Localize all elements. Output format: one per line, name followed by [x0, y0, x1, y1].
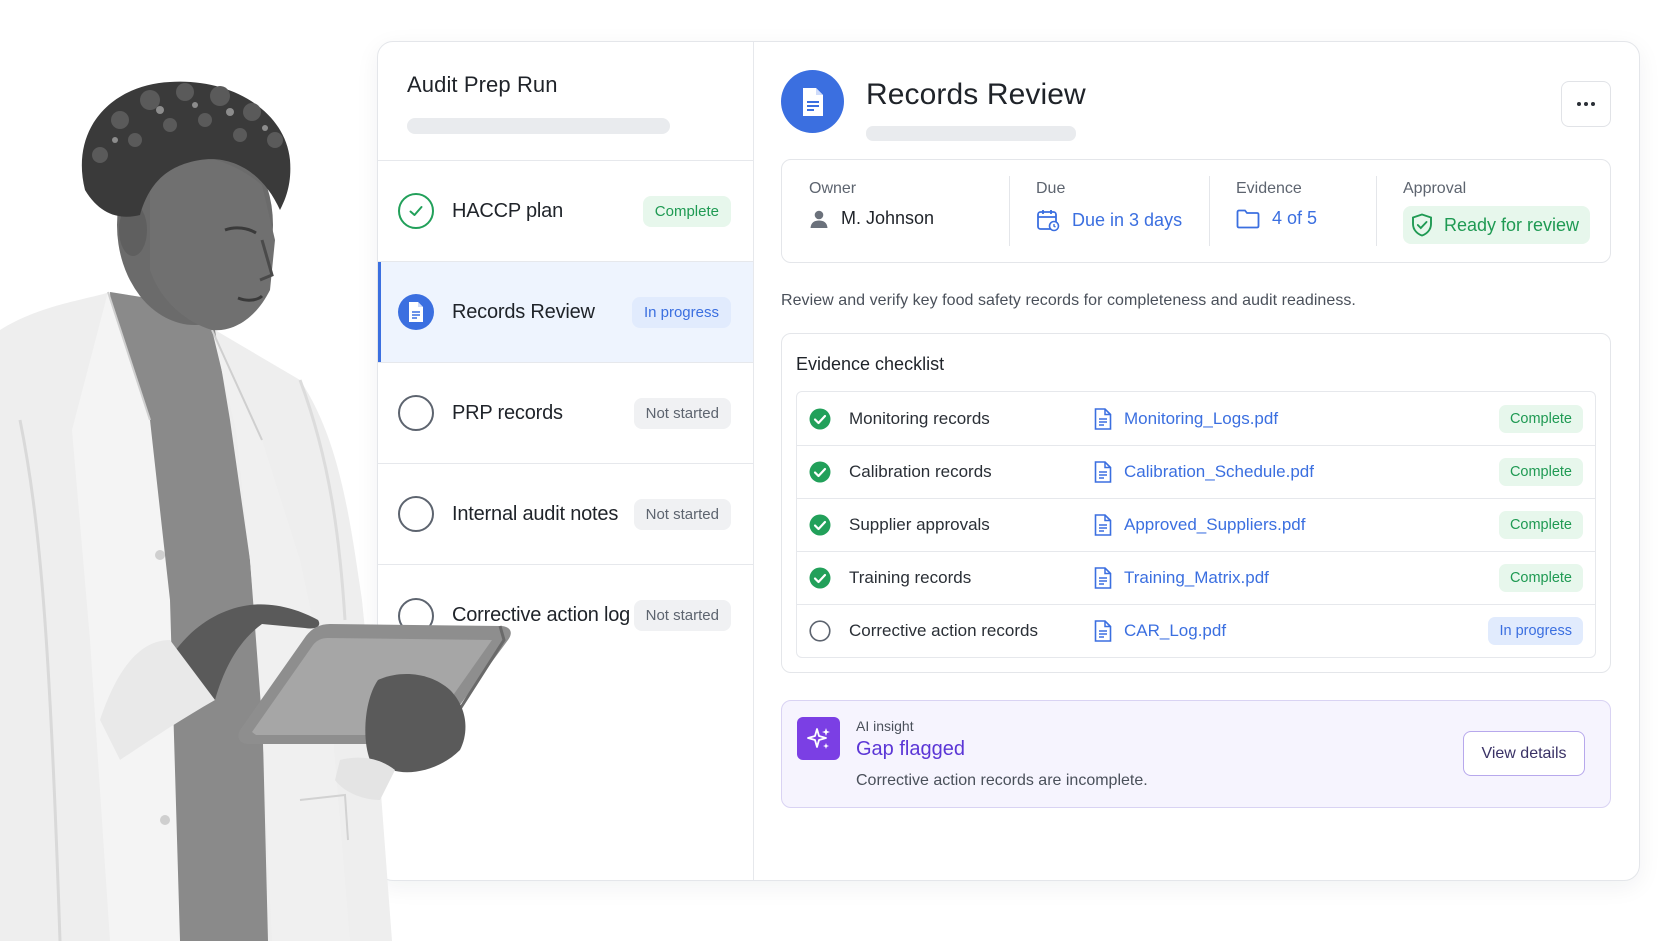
run-title: Audit Prep Run [407, 72, 558, 97]
ai-insight-card: AI insight Gap flagged Corrective action… [781, 700, 1611, 808]
run-subtitle-skeleton [407, 118, 670, 134]
file-link[interactable]: CAR_Log.pdf [1094, 620, 1488, 642]
status-badge: In progress [631, 296, 731, 328]
user-icon [810, 210, 828, 228]
evidence-value: 4 of 5 [1272, 208, 1318, 228]
file-icon [1094, 620, 1112, 642]
more-options-button[interactable] [1561, 81, 1611, 127]
approval-label: Approval [1403, 180, 1467, 197]
due-link[interactable]: Due in 3 days [1036, 208, 1209, 232]
record-name: Supplier approvals [849, 515, 990, 534]
file-link[interactable]: Calibration_Schedule.pdf [1094, 461, 1499, 483]
calendar-icon [1037, 210, 1060, 232]
sparkle-icon [797, 717, 840, 760]
empty-circle-icon [398, 597, 434, 634]
file-link[interactable]: Approved_Suppliers.pdf [1094, 514, 1499, 536]
step-item-haccp-plan[interactable]: HACCP plan Complete [378, 161, 753, 262]
checklist-row: Training records Training_Matrix.pdf Com… [797, 551, 1595, 604]
status-badge: Complete [1498, 404, 1583, 433]
status-badge: Complete [1498, 511, 1583, 539]
status-badge: Not started [633, 600, 731, 631]
meta-summary: Owner M. Johnson Due Due in 3 days Evide… [781, 159, 1611, 263]
empty-circle-icon [398, 496, 434, 532]
check-filled-icon [808, 407, 832, 431]
file-icon [1094, 461, 1112, 483]
approval-value: Ready for review [1444, 214, 1580, 235]
step-label: Internal audit notes [452, 502, 619, 525]
file-icon [1094, 514, 1112, 536]
document-icon [781, 70, 844, 133]
checklist-row: Supplier approvals Approved_Suppliers.pd… [797, 498, 1595, 551]
run-header: Audit Prep Run [378, 42, 753, 161]
insight-label: AI insight [856, 718, 914, 734]
owner-value: M. Johnson [841, 208, 935, 228]
record-name: Monitoring records [849, 408, 990, 428]
status-badge: Not started [633, 397, 731, 429]
approval-field: Approval Ready for review [1376, 176, 1591, 262]
due-field: Due Due in 3 days [1009, 176, 1209, 262]
step-item-prp-records[interactable]: PRP records Not started [378, 363, 753, 464]
detail-header: Records Review [781, 42, 1611, 159]
step-label: HACCP plan [452, 199, 564, 222]
view-details-button[interactable]: View details [1463, 731, 1585, 776]
page-title: Records Review [866, 78, 1086, 111]
insight-description: Corrective action records are incomplete… [856, 772, 1148, 789]
step-label: Records Review [452, 300, 595, 323]
checklist-title: Evidence checklist [796, 354, 945, 374]
checklist-row: Corrective action records CAR_Log.pdf In… [797, 604, 1595, 657]
step-detail-panel: Records Review Owner M. Johnson Due Due … [754, 42, 1639, 880]
status-badge: Complete [642, 195, 731, 227]
file-link[interactable]: Monitoring_Logs.pdf [1094, 407, 1499, 430]
evidence-link[interactable]: 4 of 5 [1236, 208, 1376, 229]
file-name: Monitoring_Logs.pdf [1124, 408, 1279, 428]
folder-icon [1236, 209, 1260, 228]
run-steps-panel: Audit Prep Run HACCP plan Complete Recor… [378, 42, 754, 880]
owner-label: Owner [809, 180, 857, 197]
file-icon [1094, 567, 1112, 589]
file-name: Calibration_Schedule.pdf [1124, 462, 1314, 481]
record-name: Calibration records [849, 462, 992, 481]
evidence-field: Evidence 4 of 5 [1209, 176, 1376, 262]
due-value: Due in 3 days [1072, 209, 1183, 230]
step-item-corrective-action-log[interactable]: Corrective action log Not started [378, 565, 753, 666]
step-list: HACCP plan Complete Records Review In pr… [378, 161, 753, 666]
status-badge: Complete [1498, 564, 1583, 592]
record-name: Training records [849, 568, 972, 587]
approval-status-badge: Ready for review [1403, 206, 1591, 244]
status-badge: Not started [633, 498, 731, 530]
step-label: PRP records [452, 401, 563, 424]
evidence-checklist: Evidence checklist Monitoring records Mo… [781, 333, 1611, 673]
step-description: Review and verify key food safety record… [781, 292, 1356, 309]
empty-circle-icon [398, 395, 434, 431]
checklist-row: Calibration records Calibration_Schedule… [797, 445, 1595, 498]
check-circle-icon [398, 193, 434, 229]
file-name: CAR_Log.pdf [1124, 621, 1227, 640]
status-badge: In progress [1488, 617, 1583, 645]
check-filled-icon [808, 513, 832, 537]
file-name: Approved_Suppliers.pdf [1124, 515, 1306, 534]
file-name: Training_Matrix.pdf [1124, 568, 1269, 587]
status-badge: Complete [1498, 458, 1583, 486]
step-item-records-review[interactable]: Records Review In progress [378, 262, 753, 363]
step-item-internal-audit-notes[interactable]: Internal audit notes Not started [378, 464, 753, 565]
due-label: Due [1036, 180, 1066, 197]
document-icon [398, 294, 434, 330]
insight-title: Gap flagged [856, 738, 965, 760]
shield-check-icon [1412, 213, 1432, 237]
title-skeleton [866, 126, 1076, 141]
checklist-table: Monitoring records Monitoring_Logs.pdf C… [796, 391, 1596, 658]
owner-field: Owner M. Johnson [782, 176, 1009, 262]
audit-app-card: Audit Prep Run HACCP plan Complete Recor… [377, 41, 1640, 881]
check-empty-icon [808, 619, 832, 643]
check-filled-icon [808, 566, 832, 590]
step-label: Corrective action log [452, 604, 631, 626]
check-filled-icon [808, 460, 832, 484]
file-link[interactable]: Training_Matrix.pdf [1094, 567, 1499, 589]
more-horizontal-icon [1577, 102, 1595, 106]
file-icon [1094, 407, 1112, 430]
checklist-row: Monitoring records Monitoring_Logs.pdf C… [797, 392, 1595, 445]
evidence-label: Evidence [1236, 180, 1302, 197]
record-name: Corrective action records [849, 621, 1038, 640]
